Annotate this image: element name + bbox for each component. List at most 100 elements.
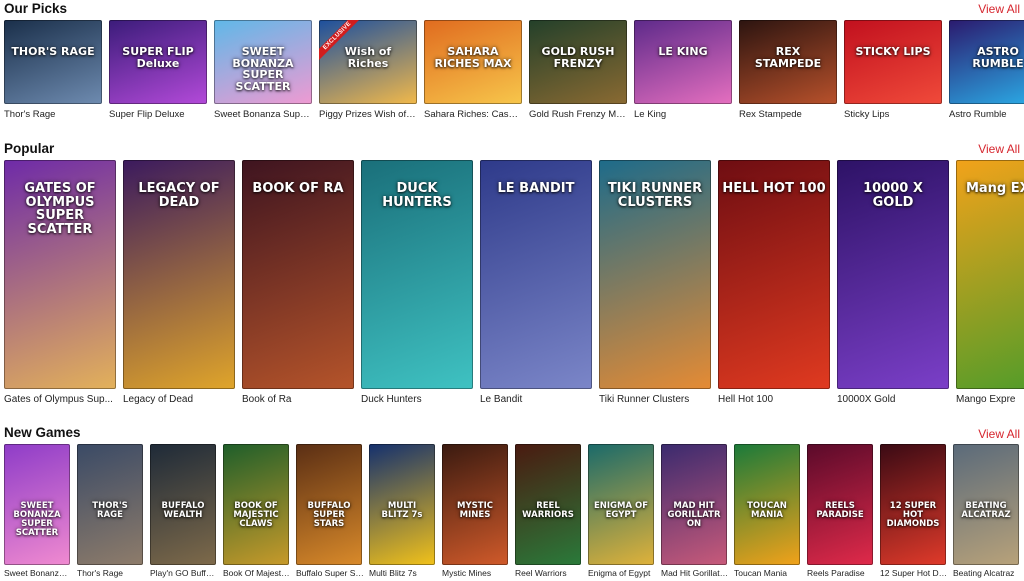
game-thumbnail[interactable]: 10000 X GOLD (837, 160, 949, 389)
game-name[interactable]: Tiki Runner Clusters (599, 394, 714, 405)
game-thumbnail[interactable]: SWEET BONANZA SUPER SCATTER (214, 20, 312, 104)
game-name[interactable]: Hell Hot 100 (718, 394, 833, 405)
game-thumbnail[interactable]: SWEET BONANZA SUPER SCATTER (4, 444, 70, 565)
game-name[interactable]: Rex Stampede (739, 109, 837, 120)
game-card[interactable]: 12 SUPER HOT DIAMONDS 12 Super Hot Dia... (880, 444, 948, 578)
game-thumbnail[interactable]: REX STAMPEDE (739, 20, 837, 104)
game-name[interactable]: Mystic Mines (442, 568, 510, 578)
game-name[interactable]: Sticky Lips (844, 109, 942, 120)
game-name[interactable]: 12 Super Hot Dia... (880, 568, 948, 578)
game-thumbnail[interactable]: BUFFALO WEALTH (150, 444, 216, 565)
game-thumbnail[interactable]: ENIGMA OF EGYPT (588, 444, 654, 565)
game-name[interactable]: Enigma of Egypt (588, 568, 656, 578)
game-name[interactable]: Gold Rush Frenzy Meg... (529, 109, 627, 120)
game-name[interactable]: Play'n GO Buffal... (150, 568, 218, 578)
game-thumbnail[interactable]: MULTI BLITZ 7s (369, 444, 435, 565)
game-name[interactable]: Sahara Riches: Cash C... (424, 109, 522, 120)
game-thumbnail[interactable]: HELL HOT 100 (718, 160, 830, 389)
game-name[interactable]: Super Flip Deluxe (109, 109, 207, 120)
game-name[interactable]: Mad Hit Gorillatr... (661, 568, 729, 578)
game-thumbnail[interactable]: THOR'S RAGE (4, 20, 102, 104)
game-thumbnail[interactable]: BOOK OF MAJESTIC CLAWS (223, 444, 289, 565)
game-name[interactable]: Astro Rumble (949, 109, 1024, 120)
game-card[interactable]: REELS PARADISE Reels Paradise (807, 444, 873, 578)
game-thumbnail[interactable]: STICKY LIPS (844, 20, 942, 104)
game-name[interactable]: Multi Blitz 7s (369, 568, 437, 578)
game-thumbnail[interactable]: ASTRO RUMBLE (949, 20, 1024, 104)
game-card[interactable]: TOUCAN MANIA Toucan Mania (734, 444, 800, 578)
view-all-link[interactable]: View All (978, 142, 1020, 156)
game-name[interactable]: Reels Paradise (807, 568, 875, 578)
game-thumbnail[interactable]: BEATING ALCATRAZ (953, 444, 1019, 565)
game-name[interactable]: Reel Warriors (515, 568, 583, 578)
game-thumbnail[interactable]: Mang EXPRE (956, 160, 1024, 389)
game-card[interactable]: THOR'S RAGE Thor's Rage (77, 444, 143, 578)
game-card[interactable]: SWEET BONANZA SUPER SCATTER Sweet Bonanza… (4, 444, 72, 578)
game-thumbnail[interactable]: REELS PARADISE (807, 444, 873, 565)
game-thumbnail[interactable]: TIKI RUNNER CLUSTERS (599, 160, 711, 389)
game-card[interactable]: ASTRO RUMBLE Astro Rumble (949, 20, 1024, 120)
game-name[interactable]: Thor's Rage (4, 109, 102, 120)
game-card[interactable]: LE KING Le King (634, 20, 732, 120)
game-thumbnail[interactable]: GOLD RUSH FRENZY (529, 20, 627, 104)
game-thumbnail[interactable]: TOUCAN MANIA (734, 444, 800, 565)
game-name[interactable]: Beating Alcatraz (953, 568, 1021, 578)
game-name[interactable]: Duck Hunters (361, 394, 476, 405)
game-card[interactable]: MYSTIC MINES Mystic Mines (442, 444, 508, 578)
game-thumbnail[interactable]: MAD HIT GORILLATRON (661, 444, 727, 565)
game-card[interactable]: REX STAMPEDE Rex Stampede (739, 20, 837, 120)
game-card[interactable]: BOOK OF RA Book of Ra (242, 160, 354, 405)
game-name[interactable]: Thor's Rage (77, 568, 145, 578)
game-thumbnail[interactable]: SAHARA RICHES MAX (424, 20, 522, 104)
game-card[interactable]: HELL HOT 100 Hell Hot 100 (718, 160, 830, 405)
game-card[interactable]: BUFFALO WEALTH Play'n GO Buffal... (150, 444, 218, 578)
game-card[interactable]: SUPER FLIP Deluxe Super Flip Deluxe (109, 20, 207, 120)
game-name[interactable]: Gates of Olympus Sup... (4, 394, 119, 405)
game-card[interactable]: GATES OF OLYMPUS SUPER SCATTER Gates of O… (4, 160, 116, 405)
game-card[interactable]: BUFFALO SUPER STARS Buffalo Super Stars (296, 444, 364, 578)
game-card[interactable]: DUCK HUNTERS Duck Hunters (361, 160, 473, 405)
game-card[interactable]: STICKY LIPS Sticky Lips (844, 20, 942, 120)
game-name[interactable]: Le King (634, 109, 732, 120)
game-thumbnail[interactable]: LE KING (634, 20, 732, 104)
game-card[interactable]: ENIGMA OF EGYPT Enigma of Egypt (588, 444, 654, 578)
game-thumbnail[interactable]: 12 SUPER HOT DIAMONDS (880, 444, 946, 565)
game-card[interactable]: BOOK OF MAJESTIC CLAWS Book Of Majestic..… (223, 444, 291, 578)
game-thumbnail[interactable]: THOR'S RAGE (77, 444, 143, 565)
game-thumbnail[interactable]: Wish of Riches EXCLUSIVE (319, 20, 417, 104)
game-name[interactable]: Book Of Majestic... (223, 568, 291, 578)
game-name[interactable]: Sweet Bonanza S... (4, 568, 72, 578)
game-name[interactable]: Book of Ra (242, 394, 357, 405)
game-thumbnail[interactable]: GATES OF OLYMPUS SUPER SCATTER (4, 160, 116, 389)
game-card[interactable]: GOLD RUSH FRENZY Gold Rush Frenzy Meg... (529, 20, 627, 120)
game-thumbnail[interactable]: LE BANDIT (480, 160, 592, 389)
view-all-link[interactable]: View All (978, 2, 1020, 16)
game-thumbnail[interactable]: MYSTIC MINES (442, 444, 508, 565)
game-card[interactable]: Wish of Riches EXCLUSIVE Piggy Prizes Wish… (319, 20, 417, 120)
game-thumbnail[interactable]: BUFFALO SUPER STARS (296, 444, 362, 565)
game-name[interactable]: Buffalo Super Stars (296, 568, 364, 578)
view-all-link[interactable]: View All (978, 427, 1020, 441)
game-card[interactable]: SWEET BONANZA SUPER SCATTER Sweet Bonanza… (214, 20, 312, 120)
game-card[interactable]: LEGACY OF DEAD Legacy of Dead (123, 160, 235, 405)
game-thumbnail[interactable]: REEL WARRIORS (515, 444, 581, 565)
game-card[interactable]: BEATING ALCATRAZ Beating Alcatraz (953, 444, 1019, 578)
game-card[interactable]: SAHARA RICHES MAX Sahara Riches: Cash C..… (424, 20, 522, 120)
game-card[interactable]: THOR'S RAGE Thor's Rage (4, 20, 102, 120)
game-name[interactable]: Piggy Prizes Wish of R... (319, 109, 417, 120)
game-thumbnail[interactable]: LEGACY OF DEAD (123, 160, 235, 389)
game-name[interactable]: Le Bandit (480, 394, 595, 405)
game-card[interactable]: MAD HIT GORILLATRON Mad Hit Gorillatr... (661, 444, 729, 578)
game-name[interactable]: Sweet Bonanza Super ... (214, 109, 312, 120)
game-card[interactable]: MULTI BLITZ 7s Multi Blitz 7s (369, 444, 435, 578)
game-card[interactable]: Mang EXPRE Mango Expre (956, 160, 1024, 405)
game-card[interactable]: REEL WARRIORS Reel Warriors (515, 444, 581, 578)
game-card[interactable]: 10000 X GOLD 10000X Gold (837, 160, 949, 405)
game-card[interactable]: TIKI RUNNER CLUSTERS Tiki Runner Clusters (599, 160, 711, 405)
game-card[interactable]: LE BANDIT Le Bandit (480, 160, 592, 405)
game-thumbnail[interactable]: SUPER FLIP Deluxe (109, 20, 207, 104)
game-thumbnail[interactable]: BOOK OF RA (242, 160, 354, 389)
game-name[interactable]: Legacy of Dead (123, 394, 238, 405)
game-name[interactable]: Mango Expre (956, 394, 1024, 405)
game-thumbnail[interactable]: DUCK HUNTERS (361, 160, 473, 389)
